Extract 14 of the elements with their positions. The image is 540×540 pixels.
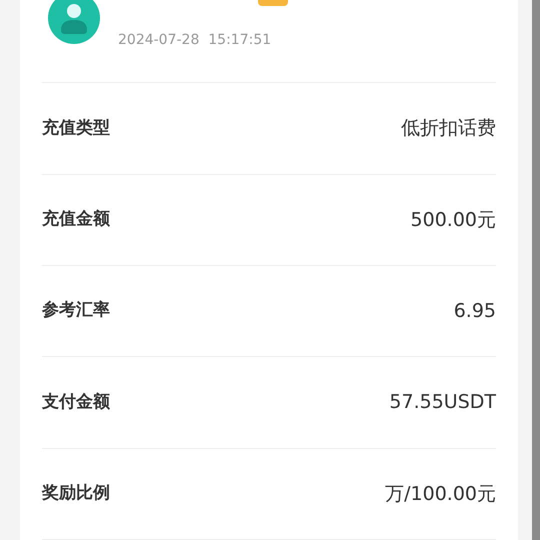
scroll-bar[interactable] <box>532 0 540 540</box>
field-value: 万/100.00元 <box>385 482 496 507</box>
field-label: 充值类型 <box>42 116 110 140</box>
field-label: 参考汇率 <box>42 299 110 322</box>
field-value: 6.95 <box>454 298 496 324</box>
field-value: 57.55USDT <box>389 390 496 416</box>
field-value: 500.00元 <box>410 208 496 233</box>
timestamp: 2024-07-28 15:17:51 <box>118 31 272 50</box>
field-label: 奖励比例 <box>42 482 110 506</box>
field-label: 充值金额 <box>42 208 110 232</box>
badge-icon <box>258 0 288 6</box>
avatar-icon <box>48 0 100 44</box>
field-label: 支付金额 <box>42 390 110 414</box>
field-value: 低折扣话费 <box>401 116 496 142</box>
